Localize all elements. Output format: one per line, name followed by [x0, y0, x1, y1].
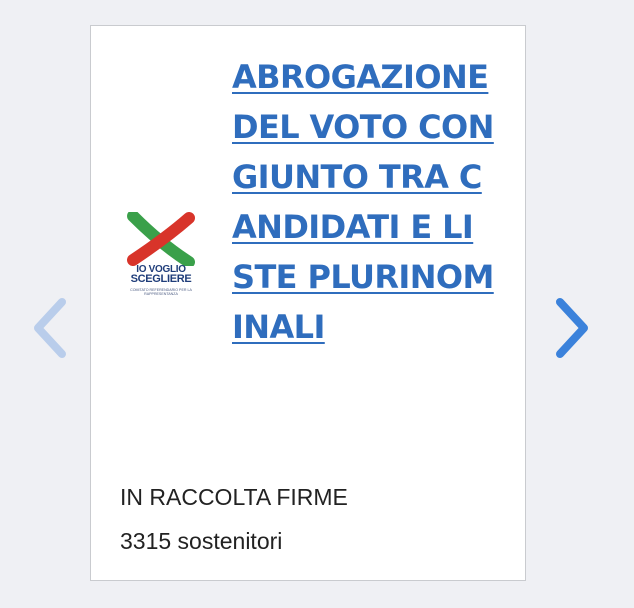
- carousel: IO VOGLIO SCEGLIERE COMITATO REFERENDARI…: [0, 0, 634, 608]
- green-red-cross-icon: [127, 212, 195, 266]
- petition-title-link[interactable]: ABROGAZIONE DEL VOTO CONGIUNTO TRA CANDI…: [232, 52, 494, 352]
- io-voglio-scegliere-logo: IO VOGLIO SCEGLIERE COMITATO REFERENDARI…: [127, 212, 195, 306]
- carousel-next-button[interactable]: [552, 296, 592, 360]
- supporters-count: 3315 sostenitori: [120, 528, 283, 554]
- petition-card[interactable]: IO VOGLIO SCEGLIERE COMITATO REFERENDARI…: [90, 25, 526, 581]
- logo-line-3: COMITATO REFERENDARIO PER LA RAPPRESENTA…: [130, 288, 192, 297]
- petition-status: IN RACCOLTA FIRME: [120, 484, 348, 510]
- chevron-left-icon: [34, 298, 66, 358]
- logo-line-2: SCEGLIERE: [130, 273, 192, 285]
- chevron-right-icon: [556, 298, 588, 358]
- carousel-prev-button[interactable]: [30, 296, 70, 360]
